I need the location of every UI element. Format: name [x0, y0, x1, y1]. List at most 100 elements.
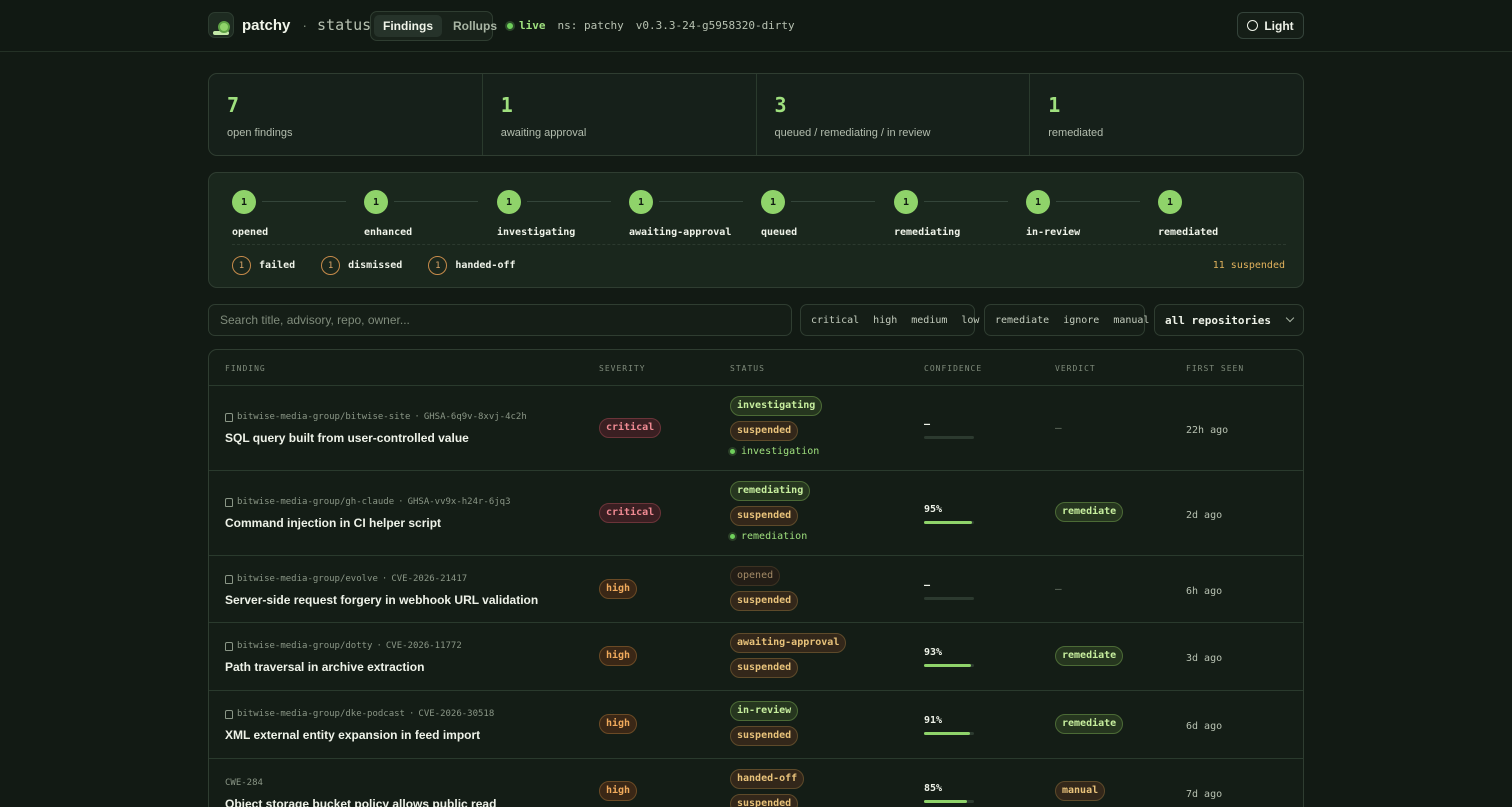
- verdict-empty: —: [1055, 582, 1062, 595]
- filter-verdict-ignore[interactable]: ignore: [1063, 315, 1099, 326]
- stat-value: 1: [1048, 93, 1061, 117]
- filter-severity-high[interactable]: high: [873, 315, 897, 326]
- finding-advisory[interactable]: GHSA-vv9x-h24r-6jq3: [408, 497, 511, 507]
- brand-name: patchy: [242, 16, 291, 34]
- repository-select[interactable]: all repositories: [1154, 304, 1304, 336]
- stage-count: 1: [1026, 190, 1050, 214]
- theme-toggle-button[interactable]: Light: [1237, 12, 1304, 39]
- confidence-bar: [924, 597, 974, 600]
- side-state-failed[interactable]: 1 failed: [232, 256, 295, 275]
- pipeline-stage-queued[interactable]: 1 queued: [761, 190, 875, 238]
- filter-severity-critical[interactable]: critical: [811, 315, 859, 326]
- finding-source: bitwise-media-group/bitwise-site · GHSA-…: [225, 412, 527, 422]
- severity-badge: high: [599, 781, 638, 801]
- column-header-verdict[interactable]: VERDICT: [1055, 364, 1096, 373]
- status-badge: remediating: [730, 481, 811, 501]
- table-row[interactable]: bitwise-media-group/dotty · CVE-2026-117…: [209, 623, 1303, 691]
- finding-title[interactable]: SQL query built from user-controlled val…: [225, 431, 527, 445]
- table-row[interactable]: CWE-284 Object storage bucket policy all…: [209, 759, 1303, 807]
- stage-label: awaiting-approval: [629, 227, 732, 238]
- column-header-confidence[interactable]: CONFIDENCE: [924, 364, 982, 373]
- repository-select-value: all repositories: [1165, 313, 1271, 327]
- finding-advisory[interactable]: CWE-284: [225, 778, 263, 788]
- confidence-value: 85%: [924, 783, 943, 794]
- finding-advisory[interactable]: CVE-2026-11772: [386, 641, 462, 651]
- tab-findings[interactable]: Findings: [374, 15, 442, 37]
- finding-advisory[interactable]: CVE-2026-30518: [418, 709, 494, 719]
- filter-verdict-remediate[interactable]: remediate: [995, 315, 1049, 326]
- column-header-severity[interactable]: SEVERITY: [599, 364, 646, 373]
- confidence-value: –: [924, 419, 931, 430]
- first-seen: 3d ago: [1186, 653, 1223, 664]
- pipeline-stage-remediated[interactable]: 1 remediated: [1158, 190, 1218, 238]
- tab-rollups[interactable]: Rollups: [444, 15, 506, 37]
- finding-title[interactable]: XML external entity expansion in feed im…: [225, 728, 494, 742]
- nav-tabs: Findings Rollups: [370, 11, 497, 41]
- side-state-label: failed: [259, 260, 296, 271]
- finding-repo[interactable]: bitwise-media-group/bitwise-site: [237, 412, 410, 422]
- table-row[interactable]: bitwise-media-group/evolve · CVE-2026-21…: [209, 556, 1303, 623]
- column-header-first-seen[interactable]: FIRST SEEN: [1186, 364, 1244, 373]
- pipeline-stage-in-review[interactable]: 1 in-review: [1026, 190, 1140, 238]
- side-states: 1 failed 1 dismissed 1 handed-off: [232, 256, 516, 275]
- side-state-label: handed-off: [455, 260, 516, 271]
- status-badge: investigating: [730, 396, 823, 416]
- table-row[interactable]: bitwise-media-group/gh-claude · GHSA-vv9…: [209, 471, 1303, 556]
- finding-repo[interactable]: bitwise-media-group/dke-podcast: [237, 709, 405, 719]
- filter-severity-medium[interactable]: medium: [911, 315, 947, 326]
- finding-repo[interactable]: bitwise-media-group/evolve: [237, 574, 378, 584]
- pipeline-stage-awaiting-approval[interactable]: 1 awaiting-approval: [629, 190, 743, 238]
- table-row[interactable]: bitwise-media-group/dke-podcast · CVE-20…: [209, 691, 1303, 759]
- first-seen: 2d ago: [1186, 510, 1223, 521]
- finding-title[interactable]: Path traversal in archive extraction: [225, 660, 462, 674]
- finding-repo[interactable]: bitwise-media-group/gh-claude: [237, 497, 394, 507]
- finding-repo[interactable]: bitwise-media-group/dotty: [237, 641, 372, 651]
- chevron-down-icon: [1285, 313, 1295, 323]
- pipeline-stage-investigating[interactable]: 1 investigating: [497, 190, 611, 238]
- first-seen: 7d ago: [1186, 789, 1223, 800]
- activity-dot-icon: [730, 534, 735, 539]
- side-state-count: 1: [428, 256, 448, 275]
- search-input[interactable]: Search title, advisory, repo, owner...: [208, 304, 792, 336]
- confidence-bar: [924, 436, 974, 439]
- findings-table: FINDING SEVERITY STATUS CONFIDENCE VERDI…: [208, 349, 1304, 807]
- stage-count: 1: [232, 190, 256, 214]
- pipeline-stage-opened[interactable]: 1 opened: [232, 190, 346, 238]
- brand[interactable]: patchy · status: [208, 12, 371, 38]
- side-state-handed-off[interactable]: 1 handed-off: [428, 256, 516, 275]
- finding-source: bitwise-media-group/gh-claude · GHSA-vv9…: [225, 497, 511, 507]
- finding-title[interactable]: Command injection in CI helper script: [225, 516, 511, 530]
- snail-logo-icon: [208, 12, 234, 38]
- stage-label: remediating: [894, 227, 961, 238]
- column-header-finding[interactable]: FINDING: [225, 364, 266, 373]
- stat-value: 7: [227, 93, 240, 117]
- stat-label: open findings: [227, 127, 293, 139]
- activity-indicator: investigation: [730, 446, 819, 457]
- activity-dot-icon: [730, 449, 735, 454]
- pipeline-stage-enhanced[interactable]: 1 enhanced: [364, 190, 478, 238]
- top-bar: patchy · status Findings Rollups live ns…: [0, 0, 1512, 52]
- filter-verdict-manual[interactable]: manual: [1113, 315, 1149, 326]
- confidence-value: 93%: [924, 647, 943, 658]
- severity-badge: critical: [599, 503, 662, 523]
- column-header-status[interactable]: STATUS: [730, 364, 765, 373]
- side-state-dismissed[interactable]: 1 dismissed: [321, 256, 402, 275]
- finding-source: bitwise-media-group/dotty · CVE-2026-117…: [225, 641, 462, 651]
- finding-advisory[interactable]: CVE-2026-21417: [391, 574, 467, 584]
- confidence-bar: [924, 732, 974, 735]
- live-status: live ns: patchy v0.3.3-24-g5958320-dirty: [507, 19, 795, 32]
- table-row[interactable]: bitwise-media-group/bitwise-site · GHSA-…: [209, 386, 1303, 471]
- finding-source: CWE-284: [225, 778, 496, 788]
- suspended-count[interactable]: 11 suspended: [1213, 260, 1285, 271]
- stat-in-progress: 3 queued / remediating / in review: [757, 74, 1031, 155]
- finding-title[interactable]: Server-side request forgery in webhook U…: [225, 593, 538, 607]
- stat-label: awaiting approval: [500, 127, 587, 139]
- pipeline-stage-remediating[interactable]: 1 remediating: [894, 190, 1008, 238]
- finding-title[interactable]: Object storage bucket policy allows publ…: [225, 797, 496, 807]
- status-badge: handed-off: [730, 769, 805, 789]
- side-state-count: 1: [232, 256, 251, 275]
- confidence-value: 91%: [924, 715, 943, 726]
- finding-advisory[interactable]: GHSA-6q9v-8xvj-4c2h: [424, 412, 527, 422]
- status-badge: opened: [730, 566, 781, 586]
- filter-severity-low[interactable]: low: [961, 315, 979, 326]
